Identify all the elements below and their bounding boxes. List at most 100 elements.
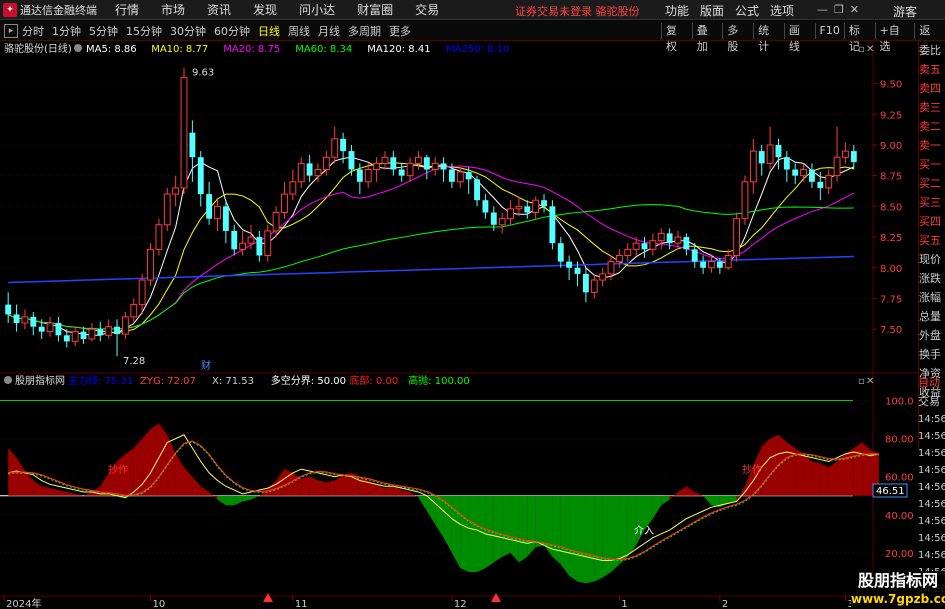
histogram-segment xyxy=(560,495,570,576)
candle-body xyxy=(88,328,96,340)
histogram-segment xyxy=(158,423,168,496)
menu-discover[interactable]: 发现 xyxy=(253,1,277,18)
guest-label[interactable]: 游客 xyxy=(893,3,917,20)
period-60min[interactable]: 60分钟 xyxy=(214,23,250,39)
candle-body xyxy=(46,322,54,333)
menu-options[interactable]: 选项 xyxy=(770,2,794,19)
candle-body xyxy=(783,157,790,170)
candle-body xyxy=(340,138,347,152)
indicator-close-icon[interactable]: ✕ xyxy=(866,376,874,387)
panel-close-icon[interactable]: ✕ xyxy=(866,44,874,55)
candle-body xyxy=(482,200,489,213)
candle-body xyxy=(792,169,799,176)
candle-body xyxy=(71,331,79,342)
candle-body xyxy=(5,304,12,315)
histogram-segment xyxy=(217,495,226,506)
candle-body xyxy=(800,169,808,177)
tool-back[interactable]: 返回 xyxy=(914,23,945,53)
histogram-segment xyxy=(770,434,779,496)
login-warning[interactable]: 证券交易未登录 骆驼股份 xyxy=(515,3,640,19)
menu-market[interactable]: 市场 xyxy=(161,1,185,18)
candle-body xyxy=(172,187,180,195)
menu-quotes[interactable]: 行情 xyxy=(115,1,139,18)
histogram-segment xyxy=(786,442,796,496)
menu-wealth[interactable]: 财富圈 xyxy=(357,1,393,18)
candle-body xyxy=(716,261,723,268)
close-icon[interactable]: ✕ xyxy=(850,3,859,16)
histogram-segment xyxy=(694,491,704,496)
quote-field: 涨幅 xyxy=(919,291,941,304)
x-tick-label: 2024年 xyxy=(6,597,41,609)
tool-mark[interactable]: 标记 xyxy=(843,23,875,53)
trade-time: 14:56 xyxy=(918,499,945,510)
tool-multi-stock[interactable]: 多股 xyxy=(722,23,753,53)
histogram-segment xyxy=(401,490,411,496)
candle-body xyxy=(415,156,422,164)
low-price-label: 7.28 xyxy=(123,356,145,367)
histogram-segment xyxy=(192,476,201,496)
indicator-label: X: 71.53 xyxy=(212,376,254,387)
candle-body xyxy=(206,194,213,219)
histogram-segment xyxy=(703,495,712,506)
high-price-label: 9.63 xyxy=(192,68,214,79)
histogram-segment xyxy=(602,495,612,578)
candle-body xyxy=(256,237,263,256)
trade-label[interactable]: 交易 xyxy=(918,392,945,411)
histogram-segment xyxy=(803,453,812,496)
period-1min[interactable]: 1分钟 xyxy=(52,23,81,39)
period-15min[interactable]: 15分钟 xyxy=(126,23,162,39)
kline-chart[interactable]: 骆驼股份(日线) MA5: 8.86 MA10: 8.77 MA20: 8.75 MA… xyxy=(0,41,918,609)
menu-ask[interactable]: 问小达 xyxy=(299,1,335,18)
candle-body xyxy=(55,323,62,336)
candle-body xyxy=(465,171,472,180)
menu-layout[interactable]: 版面 xyxy=(700,2,724,19)
histogram-segment xyxy=(384,486,394,496)
tool-add-watchlist[interactable]: +自选 xyxy=(874,23,915,53)
tool-overlay[interactable]: 叠加 xyxy=(691,23,723,53)
menu-function[interactable]: 功能 xyxy=(665,2,689,19)
candle-body xyxy=(700,261,707,268)
menu-formula[interactable]: 公式 xyxy=(735,2,759,19)
auto-trade-label[interactable]: 自动 xyxy=(918,373,945,392)
period-weekly[interactable]: 周线 xyxy=(288,23,310,39)
menu-news[interactable]: 资讯 xyxy=(207,1,231,18)
candle-body xyxy=(163,193,171,226)
histogram-segment xyxy=(41,486,51,496)
period-30min[interactable]: 30分钟 xyxy=(170,23,206,39)
indicator-expand-icon[interactable]: ▫ xyxy=(858,376,865,387)
candle-body xyxy=(21,316,29,324)
candle-body xyxy=(381,156,389,164)
quote-field: 卖四 xyxy=(919,82,941,95)
candle-body xyxy=(766,144,774,164)
histogram-segment xyxy=(276,469,285,496)
tool-stats[interactable]: 统计 xyxy=(753,23,784,53)
candle-body xyxy=(541,200,547,207)
candle-body xyxy=(231,230,238,250)
period-monthly[interactable]: 月线 xyxy=(318,23,340,39)
indicator-info-icon[interactable] xyxy=(4,376,12,384)
candle-body xyxy=(130,304,138,318)
minimize-icon[interactable]: — xyxy=(817,3,828,16)
tool-draw[interactable]: 画线 xyxy=(783,23,815,53)
period-intraday[interactable]: 分时 xyxy=(22,23,44,39)
tool-adjust[interactable]: 复权 xyxy=(661,23,692,53)
period-more[interactable]: 更多 xyxy=(389,23,411,39)
info-dot-icon[interactable] xyxy=(74,44,82,52)
finance-marker[interactable]: 财 xyxy=(201,359,211,372)
period-multi[interactable]: 多周期 xyxy=(348,23,381,39)
candle-body xyxy=(825,175,833,189)
menu-trade[interactable]: 交易 xyxy=(415,1,439,18)
histogram-segment xyxy=(502,495,511,557)
tool-f10[interactable]: F10 xyxy=(814,23,844,39)
period-daily[interactable]: 日线 xyxy=(258,23,280,39)
histogram-segment xyxy=(652,495,662,519)
period-menu-icon[interactable]: ▸ xyxy=(4,23,18,38)
watermark-url: www.7gpzb.com xyxy=(851,592,945,606)
restore-icon[interactable]: ❐ xyxy=(834,3,844,16)
period-5min[interactable]: 5分钟 xyxy=(89,23,118,39)
y-tick-label: 8.50 xyxy=(880,202,902,213)
candle-body xyxy=(63,335,70,342)
histogram-segment xyxy=(661,495,670,506)
histogram-segment xyxy=(820,463,829,496)
expand-icon[interactable]: ▫ xyxy=(858,44,865,55)
